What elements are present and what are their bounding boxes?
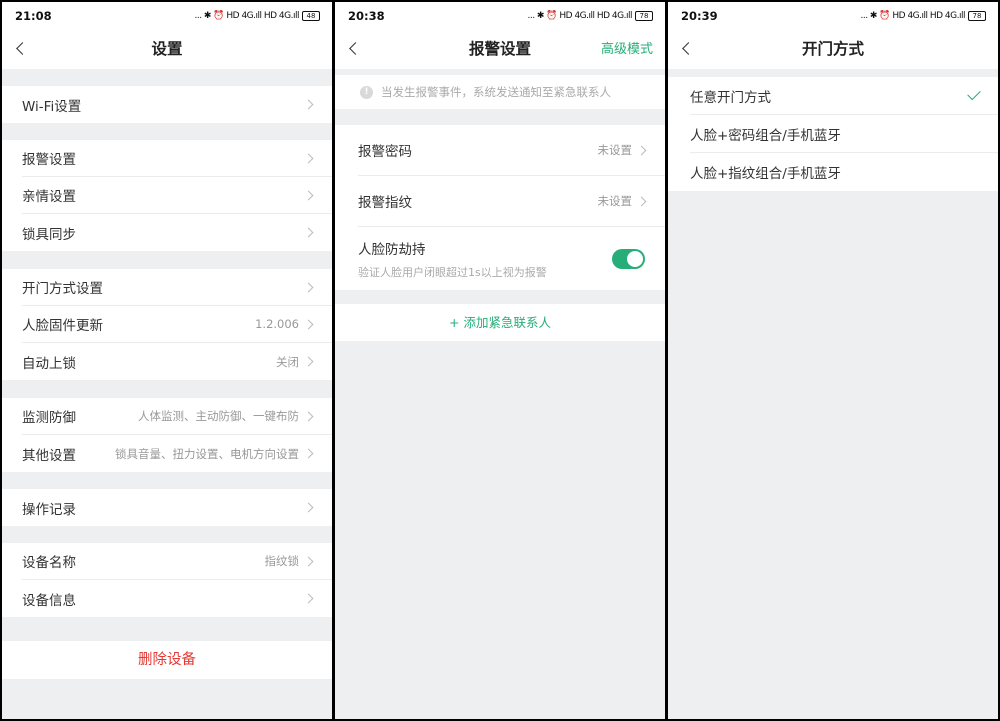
info-icon: !: [360, 85, 373, 99]
setting-label: 人脸固件更新: [22, 318, 103, 334]
setting-row-other[interactable]: 其他设置 锁具音量、扭力设置、电机方向设置: [22, 435, 332, 472]
chevron-right-icon: [303, 99, 314, 110]
setting-label: 自动上锁: [22, 355, 76, 372]
setting-row-wifi[interactable]: Wi-Fi设置: [22, 86, 332, 123]
setting-label: 操作记录: [22, 501, 76, 518]
chevron-right-icon: [303, 282, 314, 292]
chevron-right-icon: [303, 153, 314, 163]
setting-value: 关闭: [276, 354, 299, 369]
setting-value: 锁具音量、扭力设置、电机方向设置: [115, 446, 299, 461]
setting-value: 指纹锁: [264, 554, 300, 568]
status-time: 20:39: [681, 9, 718, 23]
settings-group-wifi: Wi-Fi设置: [2, 86, 332, 123]
nav-bar: 开门方式: [668, 30, 998, 69]
alarm-group: 报警密码 未设置 报警指纹 未设置 人脸防劫持 验证人脸用户闭眼超过1s以上视为…: [335, 125, 665, 290]
chevron-right-icon: [636, 196, 647, 206]
unlock-options: 任意开门方式 人脸+密码组合/手机蓝牙 人脸+指纹组合/手机蓝牙: [668, 77, 998, 191]
unlock-method-screen: 20:39 ... ✱ ⏰ HD 4G.ıll HD 4G.ıll 78 开门方…: [668, 2, 998, 719]
delete-device-button[interactable]: 删除设备: [2, 641, 332, 679]
advanced-mode-button[interactable]: 高级模式: [601, 30, 653, 69]
chevron-right-icon: [636, 145, 647, 155]
page-title: 开门方式: [801, 40, 864, 58]
battery-icon: 78: [635, 11, 653, 21]
battery-icon: 78: [968, 11, 986, 21]
page-title: 设置: [151, 40, 183, 58]
status-bar: 20:38 ... ✱ ⏰ HD 4G.ıll HD 4G.ıll 78: [335, 2, 665, 30]
chevron-right-icon: [303, 411, 314, 421]
setting-label: 其他设置: [22, 447, 76, 464]
add-emergency-contact-button[interactable]: + 添加紧急联系人: [335, 304, 665, 341]
chevron-right-icon: [303, 593, 314, 604]
setting-value: 人体监测、主动防御、一键布防: [138, 409, 299, 423]
settings-group-alarm: 报警设置 亲情设置 锁具同步: [2, 140, 332, 251]
nav-bar: 报警设置 高级模式: [335, 30, 665, 69]
setting-row-device-info[interactable]: 设备信息: [22, 580, 332, 617]
setting-label: 报警设置: [22, 152, 76, 168]
status-icons: ... ✱ ⏰ HD 4G.ıll HD 4G.ıll 48: [194, 11, 320, 21]
settings-group-unlock: 开门方式设置 人脸固件更新 1.2.006 自动上锁 关闭: [2, 269, 332, 380]
check-icon: [967, 86, 981, 101]
status-bar: 21:08 ... ✱ ⏰ HD 4G.ıll HD 4G.ıll 48: [2, 2, 332, 30]
alarm-row-fingerprint[interactable]: 报警指纹 未设置: [358, 176, 665, 227]
alarm-notice: ! 当发生报警事件，系统发送通知至紧急联系人: [335, 75, 665, 109]
chevron-right-icon: [303, 448, 314, 459]
setting-label: 监测防御: [22, 410, 76, 426]
setting-label: 开门方式设置: [22, 281, 103, 297]
setting-row-unlock-method[interactable]: 开门方式设置: [22, 269, 332, 306]
signal-icons: ... ✱ ⏰ HD 4G.ıll HD 4G.ıll: [527, 11, 632, 21]
nav-bar: 设置: [2, 30, 332, 69]
setting-row-face-firmware[interactable]: 人脸固件更新 1.2.006: [22, 306, 332, 343]
setting-label: Wi-Fi设置: [22, 98, 82, 115]
toggle-knob: [627, 250, 643, 267]
notice-text: 当发生报警事件，系统发送通知至紧急联系人: [381, 85, 611, 99]
chevron-right-icon: [303, 227, 314, 238]
signal-icons: ... ✱ ⏰ HD 4G.ıll HD 4G.ıll: [194, 11, 299, 21]
setting-label: 设备信息: [22, 592, 76, 609]
setting-row-lock-sync[interactable]: 锁具同步: [22, 214, 332, 251]
setting-row-alarm[interactable]: 报警设置: [22, 140, 332, 177]
settings-group-device: 设备名称 指纹锁 设备信息: [2, 543, 332, 617]
chevron-right-icon: [303, 356, 314, 367]
chevron-right-icon: [303, 319, 314, 329]
setting-row-device-name[interactable]: 设备名称 指纹锁: [22, 543, 332, 580]
unlock-option-face-fingerprint[interactable]: 人脸+指纹组合/手机蓝牙: [690, 153, 998, 191]
chevron-right-icon: [303, 556, 314, 566]
alarm-row-password[interactable]: 报警密码 未设置: [358, 125, 665, 176]
unlock-option-face-password[interactable]: 人脸+密码组合/手机蓝牙: [690, 115, 998, 153]
unlock-option-any[interactable]: 任意开门方式: [690, 77, 998, 115]
face-anti-hijack-toggle[interactable]: [612, 248, 645, 269]
settings-screen: 21:08 ... ✱ ⏰ HD 4G.ıll HD 4G.ıll 48 设置 …: [2, 2, 332, 719]
setting-row-monitoring[interactable]: 监测防御 人体监测、主动防御、一键布防: [22, 398, 332, 435]
option-label: 人脸+指纹组合/手机蓝牙: [690, 166, 841, 182]
face-description: 验证人脸用户闭眼超过1s以上视为报警: [358, 265, 547, 279]
status-icons: ... ✱ ⏰ HD 4G.ıll HD 4G.ıll 78: [527, 11, 653, 21]
option-label: 人脸+密码组合/手机蓝牙: [690, 127, 841, 144]
setting-row-family[interactable]: 亲情设置: [22, 177, 332, 214]
face-label: 人脸防劫持: [358, 241, 426, 258]
battery-icon: 48: [302, 11, 320, 21]
signal-icons: ... ✱ ⏰ HD 4G.ıll HD 4G.ıll: [860, 11, 965, 21]
status-bar: 20:39 ... ✱ ⏰ HD 4G.ıll HD 4G.ıll 78: [668, 2, 998, 30]
chevron-right-icon: [303, 502, 314, 513]
setting-label: 锁具同步: [22, 226, 76, 243]
status-time: 20:38: [348, 9, 385, 23]
setting-value: 1.2.006: [255, 317, 299, 331]
settings-group-defense: 监测防御 人体监测、主动防御、一键布防 其他设置 锁具音量、扭力设置、电机方向设…: [2, 398, 332, 472]
face-anti-hijack-row: 人脸防劫持 验证人脸用户闭眼超过1s以上视为报警: [358, 227, 665, 290]
setting-value: 未设置: [597, 194, 633, 208]
chevron-right-icon: [303, 190, 314, 200]
setting-row-auto-lock[interactable]: 自动上锁 关闭: [22, 343, 332, 380]
status-time: 21:08: [15, 9, 52, 23]
setting-label: 报警密码: [358, 144, 412, 160]
alarm-settings-screen: 20:38 ... ✱ ⏰ HD 4G.ıll HD 4G.ıll 78 报警设…: [335, 2, 665, 719]
setting-label: 报警指纹: [358, 195, 412, 211]
status-icons: ... ✱ ⏰ HD 4G.ıll HD 4G.ıll 78: [860, 11, 986, 21]
setting-row-operation-log[interactable]: 操作记录: [22, 489, 332, 526]
option-label: 任意开门方式: [690, 89, 771, 106]
setting-value: 未设置: [597, 143, 633, 157]
setting-label: 设备名称: [22, 555, 76, 571]
settings-group-log: 操作记录: [2, 489, 332, 526]
setting-label: 亲情设置: [22, 189, 76, 205]
